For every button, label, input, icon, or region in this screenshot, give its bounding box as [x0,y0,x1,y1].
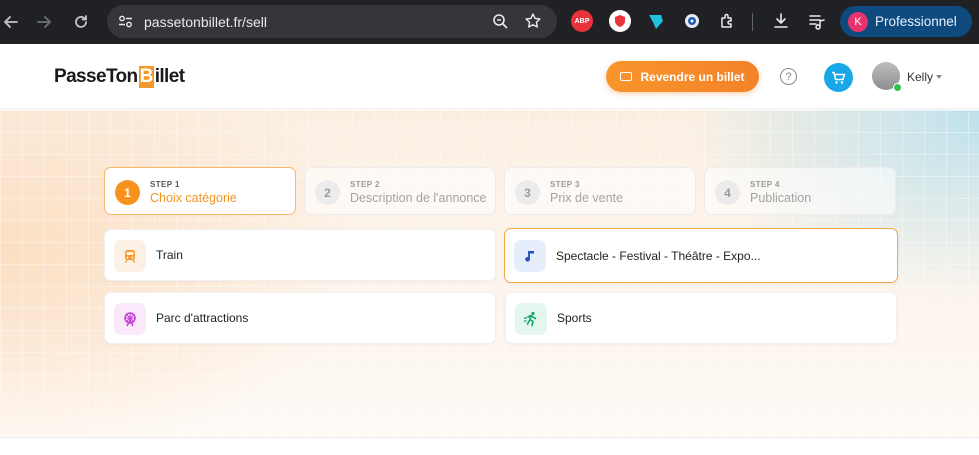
extensions-puzzle-icon[interactable] [716,10,738,32]
step-title: Description de l'annonce [350,191,487,205]
step-number: 4 [715,180,740,205]
profile-button[interactable]: K Professionnel [840,6,972,37]
reload-icon[interactable] [70,11,92,33]
step-3-price[interactable]: 3 STEP 3 Prix de vente [504,167,696,215]
category-label: Parc d'attractions [156,311,249,325]
site-header: PasseTon Billet Revendre un billet ? Kell… [0,44,979,109]
page-footer-edge [0,437,979,455]
music-note-icon [514,240,546,272]
address-bar[interactable]: passetonbillet.fr/sell [107,5,557,38]
logo-ticket-letter: B [138,66,154,88]
step-title: Publication [750,191,812,205]
online-status-dot [893,83,902,92]
category-label: Train [156,248,183,262]
cart-button[interactable] [824,63,853,92]
category-sports[interactable]: Sports [505,292,897,344]
vpn-extension-icon[interactable] [645,10,667,32]
running-person-icon [515,303,547,335]
step-number: 1 [115,180,140,205]
step-title: Prix de vente [550,191,623,205]
step-number: 3 [515,180,540,205]
adblock-label: ABP [574,17,590,25]
forward-arrow-icon[interactable] [33,11,55,33]
step-kicker: STEP 2 [350,180,380,189]
logo-text-1: PasseTon [54,66,138,87]
password-extension-icon[interactable] [681,10,703,32]
category-parc-attractions[interactable]: Parc d'attractions [104,292,496,344]
category-train[interactable]: Train [104,229,496,281]
step-number: 2 [315,180,340,205]
toolbar-divider [752,13,753,31]
reading-list-icon[interactable] [806,10,828,32]
step-kicker: STEP 4 [750,180,780,189]
help-icon[interactable]: ? [780,68,797,85]
profile-avatar: K [848,11,868,32]
downloads-icon[interactable] [770,10,792,32]
ticket-icon [620,72,633,81]
cart-icon [832,71,846,84]
step-kicker: STEP 1 [150,180,180,189]
resell-ticket-button[interactable]: Revendre un billet [606,61,759,92]
category-spectacle[interactable]: Spectacle - Festival - Théâtre - Expo... [504,228,898,283]
category-label: Sports [557,311,592,325]
step-title: Choix catégorie [150,191,237,205]
site-logo[interactable]: PasseTon Billet [54,66,185,88]
user-name[interactable]: Kelly [907,70,933,84]
bookmark-star-icon[interactable] [524,12,542,35]
resell-ticket-label: Revendre un billet [640,69,745,84]
profile-label: Professionnel [875,14,957,29]
train-icon [114,240,146,272]
step-kicker: STEP 3 [550,180,580,189]
step-4-publication[interactable]: 4 STEP 4 Publication [704,167,896,215]
browser-toolbar: passetonbillet.fr/sell ABP K Professionn… [0,0,979,44]
ferris-wheel-icon [114,303,146,335]
category-label: Spectacle - Festival - Théâtre - Expo... [556,249,761,263]
site-settings-icon[interactable] [117,13,134,35]
shield-extension-icon[interactable] [609,10,631,32]
chevron-down-icon[interactable] [936,75,942,79]
zoom-search-icon[interactable] [492,13,509,35]
step-1-category[interactable]: 1 STEP 1 Choix catégorie [104,167,296,215]
url-text[interactable]: passetonbillet.fr/sell [144,14,267,30]
adblock-extension-icon[interactable]: ABP [571,10,593,32]
back-arrow-icon[interactable] [0,11,22,33]
step-2-description[interactable]: 2 STEP 2 Description de l'annonce [304,167,496,215]
logo-text-2: illet [154,66,185,87]
